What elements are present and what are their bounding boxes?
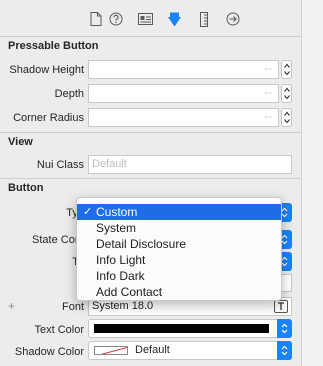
checkmark-icon: ✓ [83,206,93,218]
font-picker-icon[interactable] [274,300,288,313]
attributes-icon[interactable] [166,11,182,27]
menu-item-label: System [96,221,137,235]
corner-radius-field[interactable]: -- [88,108,279,127]
shadow-color-value: Default [135,344,170,356]
menu-item-system[interactable]: System [77,220,281,236]
menu-item-detail-disclosure[interactable]: Detail Disclosure [77,236,281,252]
nui-class-label: Nui Class [36,159,84,171]
scroll-gutter [301,0,323,366]
text-color-label: Text Color [34,324,84,336]
shadow-color-swatch [94,346,128,355]
menu-item-label: Info Light [96,253,146,267]
corner-radius-label: Corner Radius [13,112,84,124]
shadow-height-placeholder: -- [264,63,272,75]
shadow-color-popup[interactable]: Default [88,341,292,360]
font-value: System 18.0 [92,300,154,312]
file-icon[interactable] [88,11,104,27]
shadow-color-label: Shadow Color [14,346,84,358]
size-icon[interactable] [196,11,212,27]
view-header: View [8,136,33,148]
attributes-inspector: Pressable Button Shadow Height -- Depth … [0,0,301,366]
depth-label: Depth [54,88,84,100]
pressable-button-header: Pressable Button [8,40,99,52]
inspector-toolbar [0,0,301,37]
menu-item-custom[interactable]: ✓ Custom [77,204,281,220]
shadow-height-stepper[interactable] [281,60,292,79]
menu-item-label: Add Contact [96,285,163,299]
help-icon[interactable] [108,11,124,27]
menu-item-label: Custom [96,205,138,219]
type-dropdown-menu: ✓ Custom System Detail Disclosure Info L… [76,197,282,301]
menu-item-info-dark[interactable]: Info Dark [77,268,281,284]
button-header: Button [8,182,44,194]
shadow-height-field[interactable]: -- [88,60,279,79]
corner-radius-stepper[interactable] [281,108,292,127]
plus-icon[interactable]: + [8,299,15,313]
text-color-popup[interactable] [88,319,292,338]
shadow-height-label: Shadow Height [9,64,84,76]
depth-placeholder: -- [264,87,272,99]
menu-item-info-light[interactable]: Info Light [77,252,281,268]
connections-icon[interactable] [225,11,241,27]
menu-item-label: Detail Disclosure [96,237,187,251]
depth-field[interactable]: -- [88,84,279,103]
corner-radius-placeholder: -- [264,111,272,123]
nui-class-placeholder: Default [92,158,127,170]
section-divider [0,178,301,179]
section-divider [0,132,301,133]
depth-stepper[interactable] [281,84,292,103]
chevron-updown-icon [277,341,292,360]
menu-item-label: Info Dark [96,269,145,283]
font-label: Font [61,301,84,313]
identity-icon[interactable] [137,11,153,27]
text-color-swatch [94,324,269,333]
nui-class-field[interactable]: Default [88,155,292,174]
chevron-updown-icon [277,319,292,338]
menu-item-add-contact[interactable]: Add Contact [77,284,281,300]
